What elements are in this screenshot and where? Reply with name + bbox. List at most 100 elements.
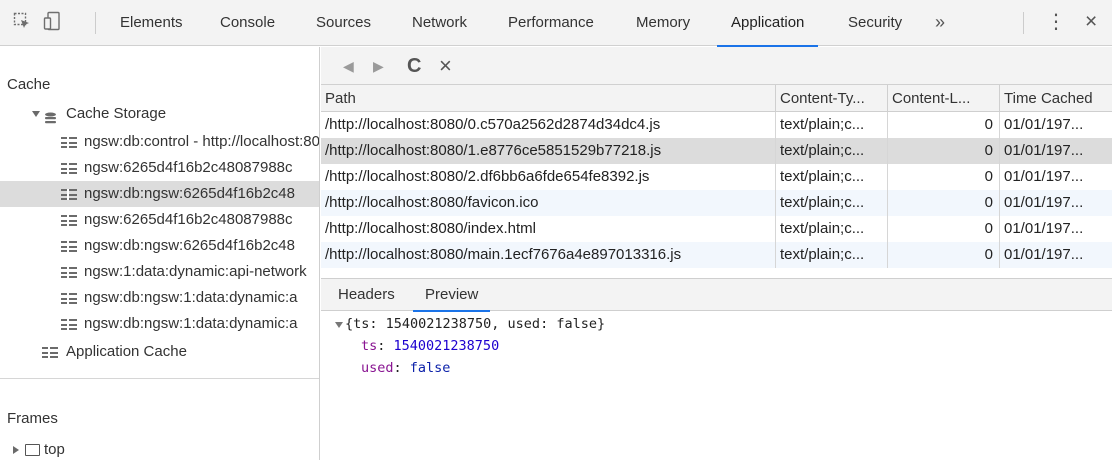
- cell-content-type: text/plain;c...: [776, 138, 888, 164]
- property-value: false: [409, 360, 451, 376]
- sidebar-item-label: Cache Storage: [66, 105, 167, 122]
- preview-summary: {ts: 1540021238750, used: false}: [345, 316, 606, 332]
- table-row[interactable]: /http://localhost:8080/main.1ecf7676a4e8…: [321, 242, 1112, 268]
- chevron-down-icon[interactable]: [335, 322, 343, 328]
- tab-memory[interactable]: Memory: [636, 0, 690, 46]
- cell-content-length: 0: [888, 164, 1000, 190]
- database-icon: [44, 108, 57, 124]
- cell-content-type: text/plain;c...: [776, 216, 888, 242]
- tab-application[interactable]: Application: [716, 0, 819, 47]
- more-tabs-icon[interactable]: »: [935, 0, 945, 46]
- cell-path: /http://localhost:8080/2.df6bb6a6fde654f…: [321, 164, 776, 190]
- sidebar-item-label: ngsw:db:control - http://localhost:8080: [84, 133, 320, 150]
- sidebar-item-label: ngsw:db:ngsw:1:data:dynamic:a: [84, 315, 298, 332]
- table-row[interactable]: /http://localhost:8080/favicon.ico text/…: [321, 190, 1112, 216]
- clear-icon[interactable]: ×: [439, 53, 452, 78]
- table-icon: [61, 241, 77, 252]
- cell-content-length: 0: [888, 138, 1000, 164]
- table-icon: [61, 267, 77, 278]
- cell-content-type: text/plain;c...: [776, 190, 888, 216]
- cell-path: /http://localhost:8080/1.e8776ce5851529b…: [321, 138, 776, 164]
- tab-preview[interactable]: Preview: [412, 279, 491, 312]
- kebab-menu-icon[interactable]: ⋮: [1046, 0, 1066, 46]
- sidebar-item-label: ngsw:db:ngsw:6265d4f16b2c48: [84, 185, 295, 202]
- tab-performance[interactable]: Performance: [508, 0, 594, 46]
- table-icon: [42, 347, 58, 358]
- cell-time-cached: 01/01/197...: [1004, 194, 1084, 211]
- table-row[interactable]: /http://localhost:8080/index.html text/p…: [321, 216, 1112, 242]
- sidebar-item-cache-storage[interactable]: Cache Storage: [0, 101, 319, 127]
- property-key: used: [361, 360, 394, 376]
- cell-time-cached: 01/01/197...: [1004, 116, 1084, 133]
- devtools-toolbar: Elements Console Sources Network Perform…: [0, 0, 1112, 47]
- response-preview: {ts: 1540021238750, used: false} ts: 154…: [321, 312, 1112, 460]
- tab-network[interactable]: Network: [412, 0, 467, 46]
- sidebar-item-label: ngsw:6265d4f16b2c48087988c: [84, 211, 293, 228]
- table-row[interactable]: /http://localhost:8080/0.c570a2562d2874d…: [321, 112, 1112, 138]
- sidebar-item-label: Application Cache: [66, 343, 187, 360]
- preview-property-ts: ts: 1540021238750: [361, 338, 500, 354]
- sidebar-divider: [0, 378, 319, 379]
- table-icon: [61, 189, 77, 200]
- cell-path: /http://localhost:8080/0.c570a2562d2874d…: [321, 112, 776, 138]
- sidebar-item-application-cache[interactable]: Application Cache: [0, 339, 319, 365]
- sidebar-item-cache-entry[interactable]: ngsw:1:data:dynamic:api-network: [0, 259, 319, 285]
- close-devtools-icon[interactable]: ×: [1085, 0, 1097, 46]
- cell-content-type: text/plain;c...: [776, 164, 888, 190]
- sidebar-item-cache-entry[interactable]: ngsw:db:ngsw:1:data:dynamic:a: [0, 285, 319, 311]
- device-toggle-icon[interactable]: [41, 10, 63, 32]
- table-icon: [61, 137, 77, 148]
- column-header-content-type[interactable]: Content-Ty...: [776, 85, 888, 112]
- sidebar-item-cache-entry[interactable]: ngsw:db:control - http://localhost:8080: [0, 129, 320, 155]
- tab-sources[interactable]: Sources: [316, 0, 371, 46]
- sidebar-item-cache-entry[interactable]: ngsw:db:ngsw:6265d4f16b2c48: [0, 233, 319, 259]
- frames-section-heading: Frames: [7, 410, 58, 427]
- table-icon: [61, 215, 77, 226]
- forward-icon[interactable]: ▶: [373, 55, 384, 77]
- cell-time-cached: 01/01/197...: [1004, 168, 1084, 185]
- cache-toolbar: ◀ ▶ C ×: [321, 47, 1112, 85]
- cache-table-header: Path Content-Ty... Content-L... Time Cac…: [321, 85, 1112, 112]
- tab-elements[interactable]: Elements: [120, 0, 183, 46]
- tab-security[interactable]: Security: [848, 0, 902, 46]
- sidebar-item-cache-entry[interactable]: ngsw:6265d4f16b2c48087988c: [0, 155, 319, 181]
- tab-headers[interactable]: Headers: [338, 279, 395, 311]
- sidebar-item-cache-entry[interactable]: ngsw:6265d4f16b2c48087988c: [0, 207, 319, 233]
- cell-path: /http://localhost:8080/favicon.ico: [321, 190, 776, 216]
- cell-time-cached: 01/01/197...: [1004, 142, 1084, 159]
- cell-content-type: text/plain;c...: [776, 242, 888, 268]
- sidebar-item-cache-entry-selected[interactable]: ngsw:db:ngsw:6265d4f16b2c48: [0, 181, 319, 207]
- column-header-path[interactable]: Path: [321, 85, 776, 112]
- sidebar-item-label: ngsw:6265d4f16b2c48087988c: [84, 159, 293, 176]
- cell-time-cached: 01/01/197...: [1004, 220, 1084, 237]
- cell-content-length: 0: [888, 216, 1000, 242]
- toolbar-divider: [95, 12, 96, 34]
- sidebar-item-label: top: [44, 441, 65, 458]
- column-header-time-cached[interactable]: Time Cached: [1000, 85, 1112, 112]
- property-value: 1540021238750: [393, 338, 500, 354]
- chevron-right-icon[interactable]: [13, 446, 19, 454]
- table-row[interactable]: /http://localhost:8080/2.df6bb6a6fde654f…: [321, 164, 1112, 190]
- column-header-content-length[interactable]: Content-L...: [888, 85, 1000, 112]
- preview-property-used: used: false: [361, 360, 451, 376]
- table-icon: [61, 293, 77, 304]
- inspect-element-icon[interactable]: [11, 10, 33, 32]
- sidebar-item-cache-entry[interactable]: ngsw:db:ngsw:1:data:dynamic:a: [0, 311, 319, 337]
- cell-content-length: 0: [888, 190, 1000, 216]
- table-row-selected[interactable]: /http://localhost:8080/1.e8776ce5851529b…: [321, 138, 1112, 164]
- back-icon[interactable]: ◀: [343, 55, 354, 77]
- frame-icon: [25, 444, 40, 456]
- refresh-icon[interactable]: C: [407, 55, 421, 77]
- toolbar-divider: [1023, 12, 1024, 34]
- table-icon: [61, 319, 77, 330]
- chevron-down-icon[interactable]: [32, 111, 40, 117]
- cell-path: /http://localhost:8080/main.1ecf7676a4e8…: [321, 242, 776, 268]
- cell-content-length: 0: [888, 112, 1000, 138]
- tab-console[interactable]: Console: [220, 0, 275, 46]
- cell-path: /http://localhost:8080/index.html: [321, 216, 776, 242]
- cell-content-length: 0: [888, 242, 1000, 268]
- sidebar-item-label: ngsw:db:ngsw:6265d4f16b2c48: [84, 237, 295, 254]
- sidebar-item-label: ngsw:1:data:dynamic:api-network: [84, 263, 307, 280]
- cell-content-type: text/plain;c...: [776, 112, 888, 138]
- sidebar-item-top-frame[interactable]: top: [0, 437, 319, 460]
